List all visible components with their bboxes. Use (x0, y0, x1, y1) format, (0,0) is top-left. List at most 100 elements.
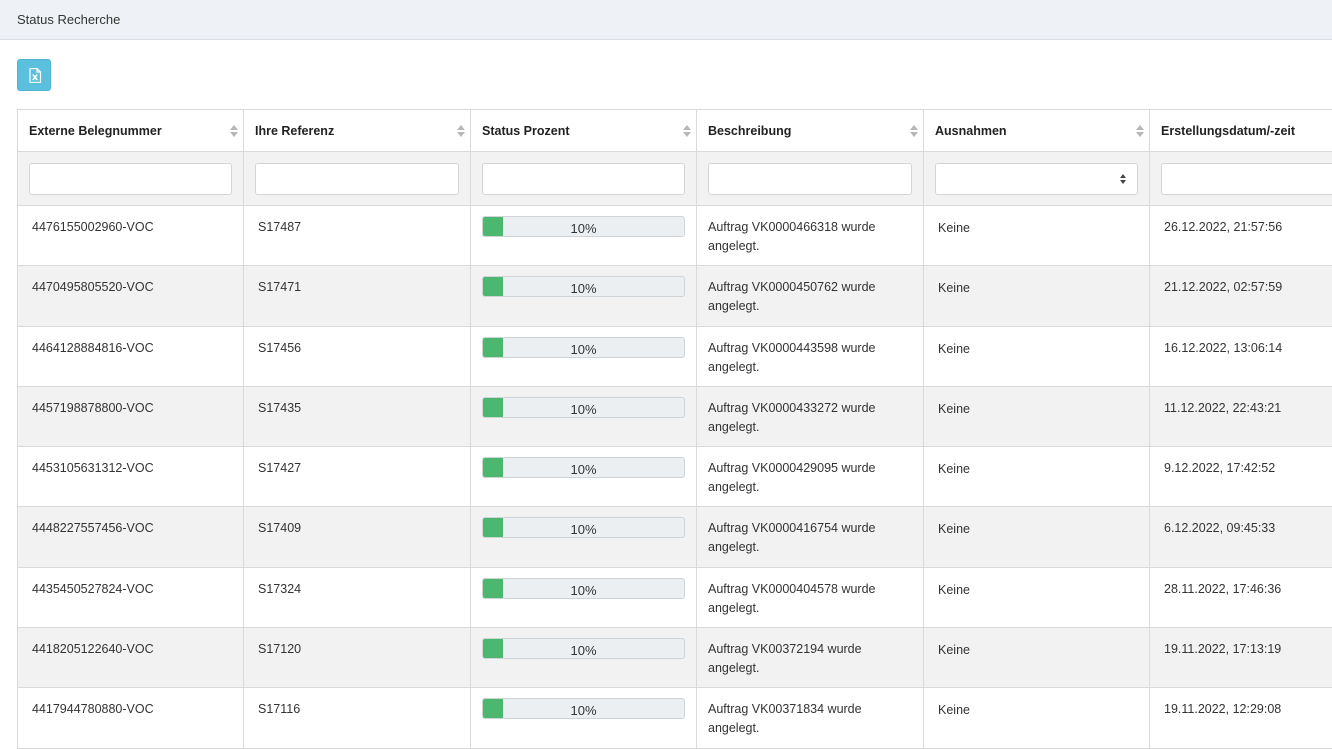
beschreibung-line-1: Auftrag VK0000416754 wurde (708, 521, 876, 536)
column-header-label: Ausnahmen (935, 123, 1007, 138)
progress-label: 10% (570, 522, 597, 538)
page-title: Status Recherche (17, 12, 121, 27)
cell-ihre-referenz: S17427 (243, 446, 471, 508)
progress-label: 10% (570, 643, 597, 659)
externe-belegnummer: 4453105631312-VOC (32, 461, 154, 476)
cell-ausnahmen: Keine (923, 385, 1150, 448)
cell-erstellungsdatum: 26.12.2022, 21:57:56 (1149, 204, 1332, 267)
cell-status-prozent: 10% (470, 627, 697, 689)
column-header-label: Externe Belegnummer (29, 123, 162, 138)
ihre-referenz: S17427 (258, 461, 302, 476)
column-header-externe-belegnummer[interactable]: Externe Belegnummer (17, 109, 244, 152)
erstellungsdatum-value: 28.11.2022, 17:46:36 (1164, 581, 1282, 596)
cell-externe-belegnummer: 4435450527824-VOC (17, 566, 244, 629)
sort-icon[interactable] (683, 124, 691, 138)
cell-erstellungsdatum: 19.11.2022, 17:13:19 (1149, 627, 1332, 689)
column-header-erstellungsdatum[interactable]: Erstellungsdatum/-zeit (1149, 109, 1332, 152)
cell-erstellungsdatum: 28.11.2022, 17:46:36 (1149, 566, 1332, 629)
cell-beschreibung: Auftrag VK0000416754 wurde angelegt. (696, 506, 924, 568)
table-row[interactable]: 4470495805520-VOC S17471 10% Auftrag VK0… (17, 265, 1332, 327)
beschreibung-line-1: Auftrag VK0000443598 wurde (708, 340, 876, 355)
table-row[interactable]: 4448227557456-VOC S17409 10% Auftrag VK0… (17, 506, 1332, 568)
beschreibung-line-2: angelegt. (708, 419, 760, 434)
externe-belegnummer: 4418205122640-VOC (32, 642, 154, 657)
table-row[interactable]: 4418205122640-VOC S17120 10% Auftrag VK0… (17, 627, 1332, 689)
cell-ihre-referenz: S17324 (243, 566, 471, 629)
ihre-referenz: S17116 (258, 702, 301, 717)
ausnahmen-value: Keine (938, 281, 970, 296)
erstellungsdatum-value: 11.12.2022, 22:43:21 (1164, 400, 1282, 415)
cell-beschreibung: Auftrag VK00372194 wurde angelegt. (696, 627, 924, 689)
excel-export-button[interactable] (17, 59, 51, 91)
ausnahmen-value: Keine (938, 522, 970, 537)
beschreibung-line-1: Auftrag VK00372194 wurde (708, 642, 862, 657)
select-arrow-icon (1120, 173, 1126, 184)
cell-beschreibung: Auftrag VK0000443598 wurde angelegt. (696, 325, 924, 387)
ihre-referenz: S17324 (258, 581, 302, 596)
sort-icon[interactable] (910, 124, 918, 138)
cell-externe-belegnummer: 4448227557456-VOC (17, 506, 244, 568)
table-row[interactable]: 4435450527824-VOC S17324 10% Auftrag VK0… (17, 566, 1332, 629)
cell-externe-belegnummer: 4457198878800-VOC (17, 385, 244, 448)
ausnahmen-value: Keine (938, 221, 970, 235)
sort-icon[interactable] (230, 124, 238, 138)
status-progress-bar: 10% (482, 216, 685, 237)
erstellungsdatum-value: 21.12.2022, 02:57:59 (1164, 280, 1283, 295)
beschreibung-line-2: angelegt. (708, 359, 760, 374)
cell-beschreibung: Auftrag VK0000429095 wurde angelegt. (696, 446, 924, 508)
page-header: Status Recherche (0, 0, 1332, 40)
ausnahmen-value: Keine (938, 462, 970, 477)
beschreibung-line-2: angelegt. (708, 721, 760, 736)
beschreibung-line-2: angelegt. (708, 239, 760, 253)
cell-ihre-referenz: S17456 (243, 325, 471, 387)
progress-label: 10% (570, 703, 597, 719)
table-row[interactable]: 4417944780880-VOC S17116 10% Auftrag VK0… (17, 687, 1332, 749)
cell-status-prozent: 10% (470, 265, 697, 327)
cell-ausnahmen: Keine (923, 446, 1150, 508)
column-header-status-prozent[interactable]: Status Prozent (470, 109, 697, 152)
cell-beschreibung: Auftrag VK00371834 wurde angelegt. (696, 687, 924, 749)
column-header-ihre-referenz[interactable]: Ihre Referenz (243, 109, 471, 152)
externe-belegnummer: 4457198878800-VOC (32, 400, 154, 415)
table-body: 4476155002960-VOC S17487 10% Auftrag VK0… (17, 204, 1332, 749)
column-header-ausnahmen[interactable]: Ausnahmen (923, 109, 1150, 152)
cell-ihre-referenz: S17471 (243, 265, 471, 327)
cell-ihre-referenz: S17435 (243, 385, 471, 448)
table-row[interactable]: 4453105631312-VOC S17427 10% Auftrag VK0… (17, 446, 1332, 508)
sort-icon[interactable] (1136, 124, 1144, 138)
ihre-referenz: S17409 (258, 521, 302, 536)
cell-erstellungsdatum: 11.12.2022, 22:43:21 (1149, 385, 1332, 448)
progress-label: 10% (570, 582, 597, 598)
table-row[interactable]: 4476155002960-VOC S17487 10% Auftrag VK0… (17, 204, 1332, 267)
filter-erstellungsdatum[interactable] (1161, 162, 1332, 195)
column-header-beschreibung[interactable]: Beschreibung (696, 109, 924, 152)
status-progress-bar: 10% (482, 396, 685, 418)
progress-label: 10% (570, 401, 597, 417)
filter-beschreibung[interactable] (708, 162, 912, 195)
cell-erstellungsdatum: 21.12.2022, 02:57:59 (1149, 265, 1332, 327)
status-progress-bar: 10% (482, 577, 685, 599)
ihre-referenz: S17487 (258, 220, 302, 234)
status-progress-bar: 10% (482, 276, 685, 298)
ausnahmen-value: Keine (938, 341, 970, 356)
externe-belegnummer: 4435450527824-VOC (32, 581, 154, 596)
status-progress-bar: 10% (482, 457, 685, 479)
sort-icon[interactable] (457, 124, 465, 138)
cell-ausnahmen: Keine (923, 325, 1150, 387)
filter-ihre-referenz[interactable] (255, 162, 459, 195)
status-progress-bar: 10% (482, 336, 685, 358)
ausnahmen-value: Keine (938, 582, 970, 597)
cell-ausnahmen: Keine (923, 687, 1150, 749)
beschreibung-line-2: angelegt. (708, 480, 760, 495)
filter-status-prozent[interactable] (482, 162, 685, 195)
cell-externe-belegnummer: 4476155002960-VOC (17, 204, 244, 267)
beschreibung-line-1: Auftrag VK0000450762 wurde (708, 280, 876, 295)
progress-label: 10% (570, 462, 597, 478)
filter-externe-belegnummer[interactable] (29, 162, 232, 195)
table-row[interactable]: 4464128884816-VOC S17456 10% Auftrag VK0… (17, 325, 1332, 387)
filter-ausnahmen-select[interactable] (935, 162, 1138, 195)
filter-ausnahmen-value[interactable] (935, 162, 1138, 195)
cell-ihre-referenz: S17409 (243, 506, 471, 568)
filter-row (17, 151, 1332, 206)
table-row[interactable]: 4457198878800-VOC S17435 10% Auftrag VK0… (17, 385, 1332, 448)
